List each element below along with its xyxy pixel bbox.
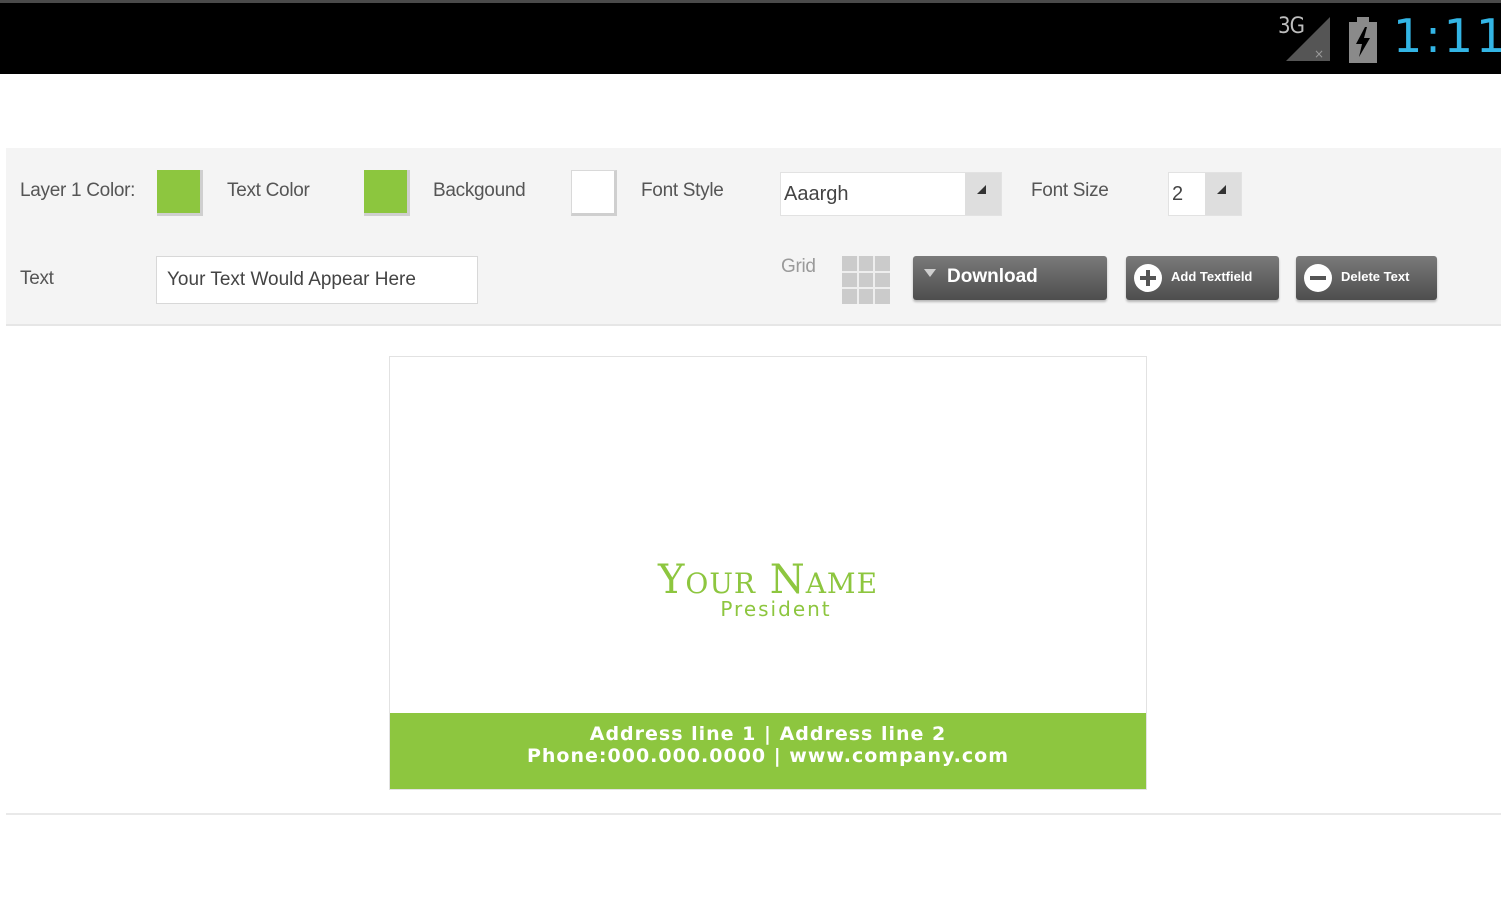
layer1-color-swatch[interactable]	[157, 170, 203, 216]
background-label: Backgound	[433, 180, 526, 201]
card-footer: Address line 1 | Address line 2 Phone:00…	[390, 713, 1146, 789]
network-type: 3G	[1278, 14, 1305, 39]
clock: 1:11	[1393, 9, 1501, 63]
grid-label: Grid	[781, 256, 816, 277]
battery-charging-icon	[1349, 17, 1377, 63]
card-address[interactable]: Address line 1 | Address line 2	[390, 723, 1146, 745]
font-size-value: 2	[1172, 183, 1184, 205]
grid-toggle-icon[interactable]	[842, 256, 890, 304]
text-color-label: Text Color	[227, 180, 310, 201]
status-bar: × 3G 1:11	[0, 0, 1501, 74]
font-style-select[interactable]: Aaargh	[780, 172, 1002, 216]
delete-text-label: Delete Text	[1341, 269, 1410, 284]
minus-icon	[1304, 264, 1332, 292]
font-style-label: Font Style	[641, 180, 724, 201]
text-color-swatch[interactable]	[364, 170, 410, 216]
download-arrow-icon	[924, 269, 936, 277]
text-input[interactable]: Your Text Would Appear Here	[156, 256, 478, 304]
card-contact[interactable]: Phone:000.000.0000 | www.company.com	[390, 745, 1146, 767]
layer1-color-label: Layer 1 Color:	[20, 180, 136, 201]
add-textfield-label: Add Textfield	[1171, 269, 1253, 284]
download-label: Download	[947, 266, 1038, 287]
font-style-value: Aaargh	[784, 183, 849, 205]
font-size-select[interactable]: 2	[1168, 172, 1242, 216]
font-style-dropdown-arrow-icon[interactable]	[965, 173, 1001, 215]
plus-icon	[1134, 264, 1162, 292]
svg-text:×: ×	[1314, 47, 1324, 61]
font-size-label: Font Size	[1031, 180, 1109, 201]
business-card-preview[interactable]: Your Name President Address line 1 | Add…	[389, 356, 1147, 790]
add-textfield-button[interactable]: Add Textfield	[1126, 256, 1279, 300]
delete-text-button[interactable]: Delete Text	[1296, 256, 1437, 300]
divider	[6, 813, 1501, 815]
text-label: Text	[20, 268, 54, 289]
font-size-dropdown-arrow-icon[interactable]	[1205, 173, 1241, 215]
download-button[interactable]: Download	[913, 256, 1107, 300]
background-color-swatch[interactable]	[571, 170, 617, 216]
card-title[interactable]: President	[390, 597, 1146, 621]
